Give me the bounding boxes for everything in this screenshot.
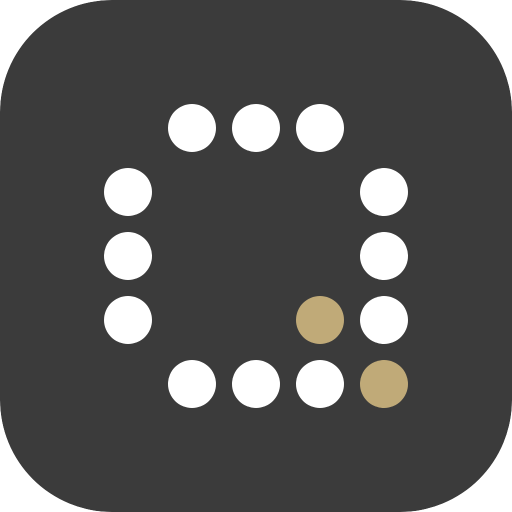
dot: [360, 296, 408, 344]
dot: [104, 168, 152, 216]
dot-matrix-q-logo-icon: [0, 0, 512, 512]
accent-dot: [296, 296, 344, 344]
dot: [296, 104, 344, 152]
accent-dot: [360, 360, 408, 408]
dot: [360, 232, 408, 280]
dot: [168, 104, 216, 152]
icon-background: [0, 0, 512, 512]
dot: [232, 360, 280, 408]
dot: [104, 232, 152, 280]
dot: [104, 296, 152, 344]
logo-graphic: [0, 0, 512, 512]
dot: [296, 360, 344, 408]
dot: [360, 168, 408, 216]
dot: [168, 360, 216, 408]
dot: [232, 104, 280, 152]
